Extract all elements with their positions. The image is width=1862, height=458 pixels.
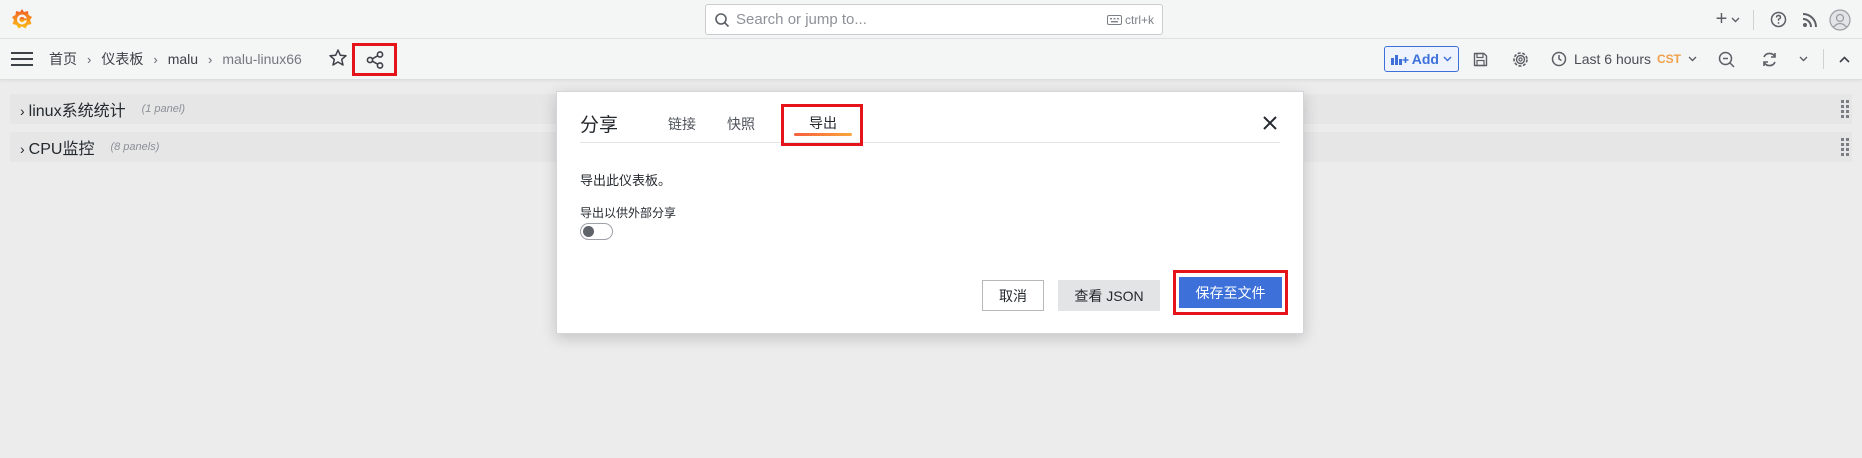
help-button[interactable] bbox=[1764, 11, 1792, 28]
cancel-button[interactable]: 取消 bbox=[982, 280, 1044, 311]
share-modal: 分享 链接 快照 导出 导出此仪表板。 导出以供外部分享 取消 查看 JSON … bbox=[556, 91, 1304, 334]
chevron-right-icon: › bbox=[20, 103, 25, 119]
chevron-right-icon: › bbox=[20, 141, 25, 157]
time-range-picker[interactable]: Last 6 hours CST bbox=[1551, 51, 1697, 67]
breadcrumb-current-dashboard: malu-linux66 bbox=[222, 51, 302, 67]
collapse-toolbar-button[interactable] bbox=[1832, 55, 1856, 63]
chevron-down-icon bbox=[1688, 56, 1697, 62]
zoom-out-icon bbox=[1718, 51, 1735, 68]
row-title: › linux系统统计 bbox=[20, 97, 126, 121]
gear-icon bbox=[1513, 51, 1529, 67]
tab-export-label: 导出 bbox=[809, 115, 837, 131]
star-icon[interactable] bbox=[328, 48, 348, 68]
chevron-down-icon bbox=[1731, 17, 1740, 22]
view-json-button[interactable]: 查看 JSON bbox=[1058, 280, 1160, 311]
external-share-toggle[interactable] bbox=[580, 223, 613, 240]
search-icon bbox=[715, 12, 730, 27]
breadcrumb-separator: › bbox=[208, 51, 213, 67]
add-button-label: Add bbox=[1411, 51, 1439, 67]
keyboard-shortcut: ctrl+k bbox=[1106, 12, 1154, 27]
close-icon[interactable] bbox=[1261, 114, 1279, 132]
modal-header: 分享 链接 快照 导出 bbox=[580, 92, 1280, 146]
save-to-file-button[interactable]: 保存至文件 bbox=[1179, 277, 1282, 308]
top-right-actions: + bbox=[1709, 0, 1862, 39]
search-placeholder: Search or jump to... bbox=[736, 11, 867, 28]
export-description: 导出此仪表板。 bbox=[580, 173, 672, 188]
plus-icon: + bbox=[1715, 8, 1728, 30]
top-bar: Search or jump to... ctrl+k + bbox=[0, 0, 1862, 39]
zoom-out-button[interactable] bbox=[1703, 51, 1749, 68]
drag-handle-icon[interactable] bbox=[1840, 99, 1850, 119]
grafana-logo-icon[interactable] bbox=[10, 7, 34, 31]
drag-handle-icon[interactable] bbox=[1840, 137, 1850, 157]
row-title-text: linux系统统计 bbox=[28, 103, 126, 120]
modal-title: 分享 bbox=[580, 115, 619, 136]
dashboard-settings-button[interactable] bbox=[1503, 51, 1539, 68]
breadcrumb-folder[interactable]: malu bbox=[168, 51, 198, 67]
breadcrumb-home[interactable]: 首页 bbox=[49, 49, 77, 69]
tab-export[interactable]: 导出 bbox=[781, 104, 863, 146]
toggle-knob bbox=[583, 226, 594, 237]
add-panel-icon bbox=[1390, 55, 1409, 65]
active-tab-indicator bbox=[794, 133, 852, 136]
keyboard-icon bbox=[1106, 14, 1122, 25]
breadcrumb-dashboards[interactable]: 仪表板 bbox=[101, 49, 143, 69]
chevron-down-icon bbox=[1799, 56, 1807, 62]
row-title: › CPU监控 bbox=[20, 135, 94, 159]
external-share-label: 导出以供外部分享 bbox=[580, 206, 677, 220]
search-shortcut-label: ctrl+k bbox=[1124, 12, 1154, 27]
save-button-highlight: 保存至文件 bbox=[1173, 270, 1288, 315]
hamburger-menu-icon[interactable] bbox=[11, 50, 33, 68]
tab-link[interactable]: 链接 bbox=[668, 114, 696, 134]
save-icon bbox=[1474, 52, 1488, 66]
refresh-icon bbox=[1762, 52, 1776, 66]
tab-snapshot[interactable]: 快照 bbox=[727, 114, 755, 134]
time-range-label: Last 6 hours bbox=[1573, 51, 1651, 67]
divider bbox=[1753, 9, 1754, 30]
chevron-down-icon bbox=[1443, 56, 1452, 62]
search-bar[interactable]: Search or jump to... ctrl+k bbox=[705, 4, 1163, 35]
row-panel-count: (8 panels) bbox=[110, 141, 160, 153]
user-avatar-button[interactable] bbox=[1828, 8, 1852, 31]
divider bbox=[1823, 49, 1824, 69]
breadcrumb-separator: › bbox=[87, 51, 92, 67]
chevron-up-icon bbox=[1838, 55, 1850, 63]
timezone-badge: CST bbox=[1657, 52, 1681, 66]
dashboard-nav-bar: 首页 › 仪表板 › malu › malu-linux66 Add Last … bbox=[0, 39, 1862, 80]
avatar-icon bbox=[1829, 8, 1851, 31]
share-icon bbox=[366, 50, 383, 69]
row-title-text: CPU监控 bbox=[28, 141, 95, 158]
share-button[interactable] bbox=[352, 43, 397, 76]
rss-icon bbox=[1802, 12, 1817, 27]
clock-icon bbox=[1551, 51, 1567, 67]
breadcrumb: 首页 › 仪表板 › malu › malu-linux66 bbox=[49, 39, 302, 79]
row-panel-count: (1 panel) bbox=[141, 103, 186, 115]
breadcrumb-separator: › bbox=[153, 51, 158, 67]
dashboard-toolbar: Add Last 6 hours CST bbox=[1383, 39, 1862, 79]
save-dashboard-button[interactable] bbox=[1459, 52, 1503, 67]
refresh-button[interactable] bbox=[1749, 51, 1789, 68]
refresh-interval-dropdown[interactable] bbox=[1789, 56, 1817, 62]
help-icon bbox=[1770, 11, 1786, 28]
new-menu-button[interactable]: + bbox=[1709, 8, 1747, 31]
news-button[interactable] bbox=[1792, 12, 1828, 28]
add-button[interactable]: Add bbox=[1383, 46, 1459, 72]
